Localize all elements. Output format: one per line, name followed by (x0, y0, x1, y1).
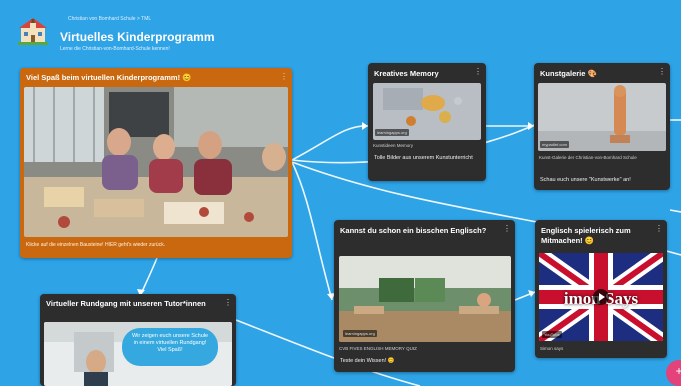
card-title: Kunstgalerie 🎨 (540, 69, 597, 78)
more-vert-icon[interactable]: ⋮ (474, 68, 482, 76)
more-vert-icon[interactable]: ⋮ (224, 299, 232, 307)
card-title: Englisch spielerisch zum Mitmachen! 😊 (541, 226, 631, 245)
memory-thumbnail[interactable]: learningapps.org (373, 83, 481, 140)
welcome-card[interactable]: Viel Spaß beim virtuellen Kinderprogramm… (20, 68, 292, 258)
more-vert-icon[interactable]: ⋮ (503, 225, 511, 233)
english-video-card[interactable]: Englisch spielerisch zum Mitmachen! 😊 ⋮ … (535, 220, 667, 358)
more-vert-icon[interactable]: ⋮ (280, 73, 288, 81)
source-title: Kunstideen Memory (373, 143, 414, 148)
source-title: CVB FIVES ENGLISH MEMORY QUIZ (339, 346, 417, 351)
tour-thumbnail[interactable]: Wir zeigen euch unsere Schule in einem v… (44, 322, 232, 386)
memory-card[interactable]: Kreatives Memory ⋮ learningapps.org Kuns… (368, 63, 486, 181)
more-vert-icon[interactable]: ⋮ (655, 225, 663, 233)
source-title: Simon says (540, 346, 564, 351)
virtual-tour-card[interactable]: Virtueller Rundgang mit unseren Tutor*in… (40, 294, 236, 386)
gallery-card[interactable]: Kunstgalerie 🎨 ⋮ mypadlet.com Kunst-Gale… (534, 63, 670, 190)
source-chip: learningapps.org (343, 330, 377, 337)
english-quiz-thumbnail[interactable]: learningapps.org (339, 256, 511, 342)
english-quiz-card[interactable]: Kannst du schon ein bisschen Englisch? ⋮… (334, 220, 515, 372)
breadcrumb[interactable]: Christian von Bomhard Schule > TML (68, 16, 151, 22)
more-vert-icon[interactable]: ⋮ (658, 68, 666, 76)
page-title: Virtuelles Kinderprogramm (60, 30, 215, 44)
card-description: Schau euch unsere "Kunstwerke" an! (540, 177, 631, 183)
source-chip: learningapps.org (375, 129, 409, 136)
source-chip: mypadlet.com (540, 141, 569, 148)
source-chip: YouTube (542, 331, 562, 338)
gallery-thumbnail[interactable]: mypadlet.com (538, 83, 666, 151)
source-title: Kunst-Galerie der Christian-von-Bomhard … (539, 155, 637, 160)
play-icon[interactable] (593, 289, 609, 305)
card-title: Viel Spaß beim virtuellen Kinderprogramm… (26, 73, 192, 82)
video-thumbnail[interactable]: imon Says YouTube (539, 253, 663, 341)
card-description: Teste dein Wissen! 😊 (340, 358, 395, 364)
card-title: Kreatives Memory (374, 69, 439, 78)
page-subtitle: Lerne die Christian-von-Bomhard-Schule k… (60, 46, 170, 52)
speech-bubble: Wir zeigen euch unsere Schule in einem v… (122, 328, 218, 366)
welcome-photo[interactable] (24, 87, 288, 237)
card-title: Kannst du schon ein bisschen Englisch? (340, 226, 487, 235)
welcome-footer-text[interactable]: Klicke auf die einzelnen Bausteine! HIER… (26, 242, 165, 249)
card-title: Virtueller Rundgang mit unseren Tutor*in… (46, 299, 206, 308)
card-description: Tolle Bilder aus unserem Kunstunterricht (374, 155, 473, 161)
school-building-icon[interactable] (18, 15, 48, 45)
